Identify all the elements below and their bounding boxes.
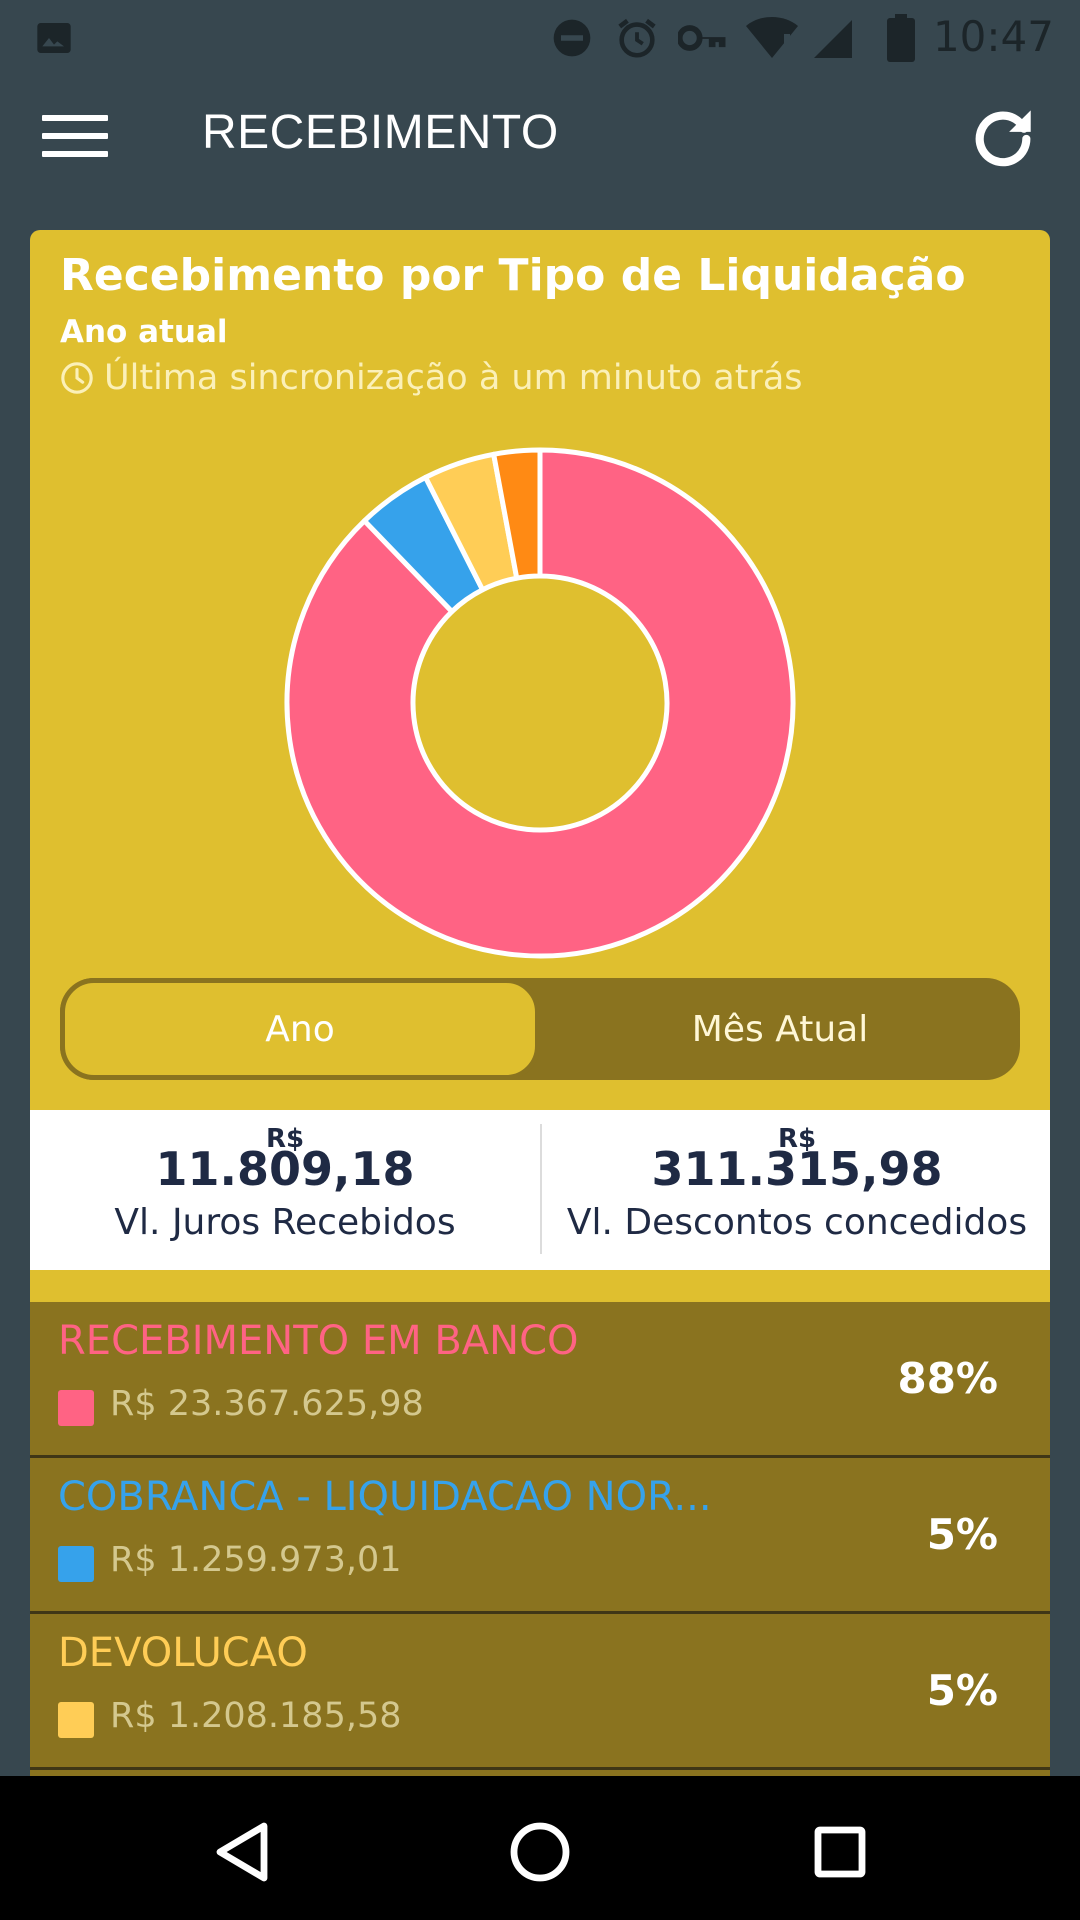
battery-icon [886,14,916,62]
list-item-swatch [58,1546,94,1582]
list-item[interactable]: DEVOLUCAO R$ 1.208.185,58 5% [30,1614,1050,1770]
period-toggle: Ano Mês Atual [60,978,1020,1080]
clock-icon [61,362,93,394]
juros-label: Vl. Juros Recebidos [114,1202,456,1243]
list-item-percent: 5% [926,1666,998,1715]
hamburger-menu-icon[interactable] [42,109,108,163]
app-bar: RECEBIMENTO [0,75,1080,195]
summary-values: R$ 11.809,18 Vl. Juros Recebidos R$ 311.… [30,1110,1050,1270]
sync-text: Última sincronização à um minuto atrás [104,358,803,398]
card-title-text: Recebimento por Tipo de Liquidação [60,250,966,301]
alarm-icon [614,14,660,62]
list-item-value: R$ 23.367.625,98 [110,1384,424,1424]
list-item-name: DEVOLUCAO [58,1630,308,1676]
list-item-percent: 88% [897,1354,998,1403]
sync-status: Última sincronização à um minuto atrás [60,358,803,398]
list-item[interactable]: RECEBIMENTO EM BANCO R$ 23.367.625,98 88… [30,1302,1050,1458]
toggle-ano-button[interactable]: Ano [60,978,540,1080]
settlement-card: Recebimento por Tipo de Liquidação Ano a… [30,230,1050,1302]
system-nav-bar [0,1776,1080,1920]
juros-summary: R$ 11.809,18 Vl. Juros Recebidos [30,1110,540,1270]
descontos-summary: R$ 311.315,98 Vl. Descontos concedidos [542,1110,1052,1270]
list-item-value: R$ 1.259.973,01 [110,1540,402,1580]
status-time: 10:47 [932,12,1054,61]
recents-icon[interactable] [800,1812,880,1892]
refresh-icon[interactable] [968,101,1038,171]
page-title: RECEBIMENTO [202,106,559,159]
do-not-disturb-icon [550,14,594,62]
back-icon[interactable] [202,1812,282,1892]
list-item-name: COBRANCA - LIQUIDACAO NOR... [58,1474,712,1520]
wifi-icon [746,14,798,62]
list-item[interactable]: COBRANCA - LIQUIDACAO NOR... R$ 1.259.97… [30,1458,1050,1614]
list-item-swatch [58,1390,94,1426]
settlement-donut-chart [284,447,796,959]
settlement-list: RECEBIMENTO EM BANCO R$ 23.367.625,98 88… [30,1302,1050,1776]
status-bar: 10:47 [0,0,1080,75]
descontos-label: Vl. Descontos concedidos [566,1202,1028,1243]
toggle-mes-atual-button[interactable]: Mês Atual [540,978,1020,1080]
image-icon [34,14,74,62]
list-item-value: R$ 1.208.185,58 [110,1696,402,1736]
signal-icon [810,14,854,62]
juros-amount: 11.809,18 [155,1142,415,1196]
list-item-percent: 5% [926,1510,998,1559]
list-item-name: RECEBIMENTO EM BANCO [58,1318,579,1364]
vpn-key-icon [678,14,728,62]
card-title: Recebimento por Tipo de Liquidação Ano a… [60,250,1020,358]
home-icon[interactable] [500,1812,580,1892]
descontos-amount: 311.315,98 [651,1142,943,1196]
list-item-swatch [58,1702,94,1738]
card-period: Ano atual [60,314,228,350]
